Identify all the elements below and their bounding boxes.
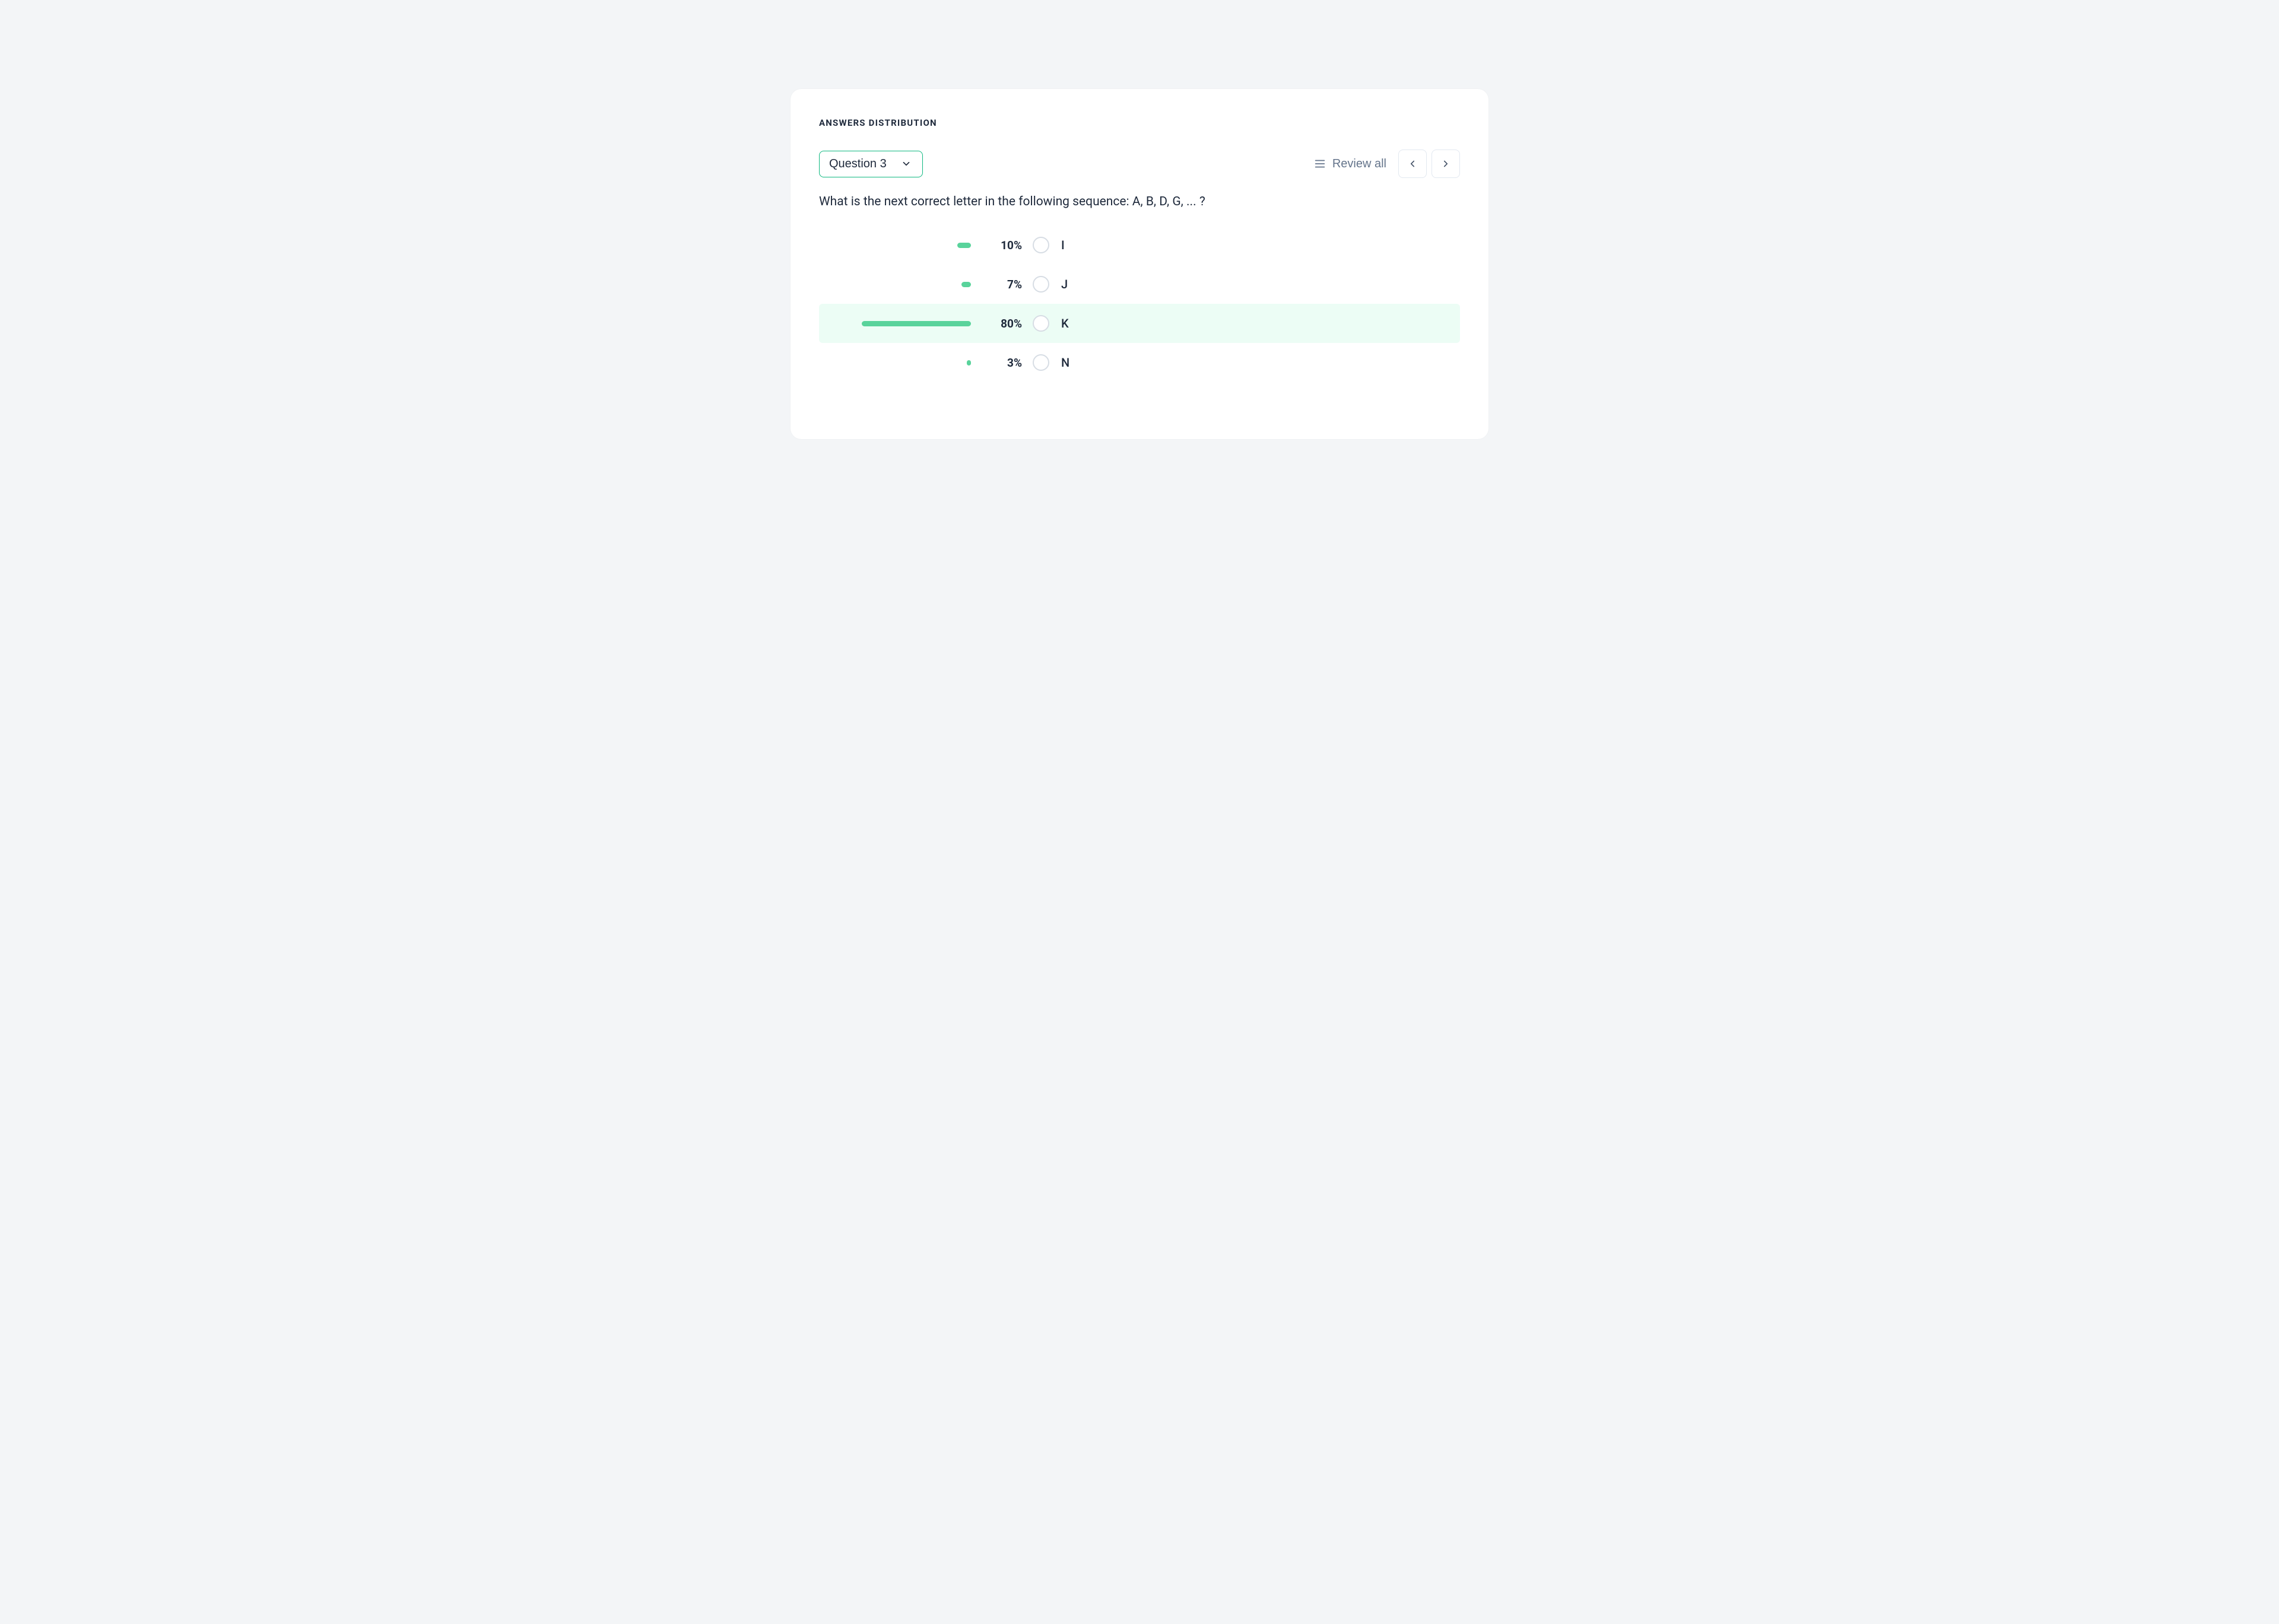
answer-label: I	[1060, 238, 1065, 252]
answer-label: J	[1060, 277, 1068, 291]
chevron-down-icon	[901, 158, 912, 169]
card-title: ANSWERS DISTRIBUTION	[819, 117, 1460, 128]
radio-icon[interactable]	[1033, 237, 1049, 253]
radio-cell	[1022, 354, 1060, 371]
radio-cell	[1022, 315, 1060, 332]
radio-icon[interactable]	[1033, 354, 1049, 371]
answers-list: 10% I 7% J 80% K	[819, 225, 1460, 382]
answer-row: 80% K	[819, 304, 1460, 343]
prev-button[interactable]	[1398, 150, 1427, 178]
answer-label: K	[1060, 316, 1069, 330]
distribution-bar	[961, 282, 971, 287]
menu-icon	[1313, 157, 1326, 170]
bar-cell	[819, 282, 971, 287]
question-selector[interactable]: Question 3	[819, 151, 923, 177]
next-button[interactable]	[1431, 150, 1460, 178]
bar-cell	[819, 321, 971, 326]
right-controls: Review all	[1313, 150, 1460, 178]
distribution-bar	[862, 321, 971, 326]
chevron-right-icon	[1440, 158, 1451, 169]
distribution-bar	[967, 360, 971, 366]
answer-percent: 80%	[971, 317, 1022, 330]
answer-label: N	[1060, 355, 1069, 370]
radio-cell	[1022, 276, 1060, 293]
chevron-left-icon	[1407, 158, 1418, 169]
radio-icon[interactable]	[1033, 276, 1049, 293]
answer-row: 7% J	[819, 265, 1460, 304]
question-selector-label: Question 3	[829, 157, 887, 171]
radio-cell	[1022, 237, 1060, 253]
answer-percent: 10%	[971, 239, 1022, 252]
answers-distribution-card: ANSWERS DISTRIBUTION Question 3 Review a…	[791, 89, 1488, 439]
answer-row: 10% I	[819, 225, 1460, 265]
review-all-button[interactable]: Review all	[1313, 157, 1386, 171]
review-all-label: Review all	[1332, 157, 1386, 171]
answer-row: 3% N	[819, 343, 1460, 382]
question-text: What is the next correct letter in the f…	[819, 195, 1460, 209]
bar-cell	[819, 360, 971, 366]
distribution-bar	[957, 243, 971, 248]
bar-cell	[819, 243, 971, 248]
radio-icon[interactable]	[1033, 315, 1049, 332]
answer-percent: 7%	[971, 278, 1022, 291]
controls-row: Question 3 Review all	[819, 150, 1460, 178]
answer-percent: 3%	[971, 356, 1022, 370]
nav-buttons	[1398, 150, 1460, 178]
